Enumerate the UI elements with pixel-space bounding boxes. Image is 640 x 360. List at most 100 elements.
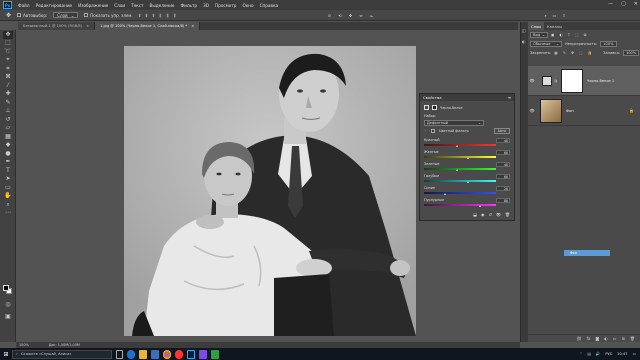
store-icon[interactable] bbox=[151, 349, 159, 359]
tab-document-2[interactable]: 1.jpg @ 100% (Черно-белое 1, Слой-маска/… bbox=[95, 22, 201, 30]
panel-menu-icon[interactable]: ≡ bbox=[508, 95, 511, 100]
slider-value-input[interactable]: 20 bbox=[496, 186, 510, 191]
visibility-eye-icon[interactable]: 👁 bbox=[528, 108, 536, 113]
menu-help[interactable]: Справка bbox=[260, 3, 278, 8]
zoom-tool-icon[interactable]: ⌕ bbox=[3, 201, 13, 209]
yandex-icon[interactable] bbox=[175, 349, 183, 359]
move-tool-icon[interactable]: ✥ bbox=[6, 12, 11, 19]
tab-layers[interactable]: Слои bbox=[528, 22, 544, 30]
gradient-tool-icon[interactable]: ▦ bbox=[3, 133, 13, 141]
auto-select-checkbox[interactable] bbox=[17, 13, 22, 17]
share-icon[interactable]: ⇪ bbox=[562, 13, 565, 18]
slider-track[interactable] bbox=[424, 156, 496, 158]
layer-row-background[interactable]: 👁 Фон 🔒 bbox=[528, 96, 640, 126]
edge-icon[interactable] bbox=[127, 349, 135, 359]
move-tool-icon[interactable]: ✥ bbox=[3, 30, 13, 39]
task-view-icon[interactable] bbox=[116, 349, 123, 359]
history-brush-icon[interactable]: ↺ bbox=[3, 116, 13, 124]
color-swatches[interactable] bbox=[3, 285, 13, 295]
pen-tool-icon[interactable]: ✒ bbox=[3, 158, 13, 166]
filter-icons[interactable]: ▣ ◐ T ⬚ ⧉ bbox=[551, 33, 588, 37]
slider-value-input[interactable]: 40 bbox=[496, 138, 510, 143]
language-indicator[interactable]: РУС bbox=[605, 352, 612, 356]
explorer-icon[interactable] bbox=[139, 349, 147, 359]
search-icon[interactable]: ⌕ bbox=[544, 13, 546, 18]
menu-image[interactable]: Изображение bbox=[78, 3, 108, 8]
volume-icon[interactable]: 🔊 bbox=[596, 352, 600, 356]
maximize-icon[interactable]: ▢ bbox=[621, 1, 626, 7]
dodge-tool-icon[interactable]: ● bbox=[3, 150, 13, 158]
mask-icon[interactable] bbox=[432, 105, 437, 110]
eraser-tool-icon[interactable]: ▱ bbox=[3, 124, 13, 132]
3d-mode-icons[interactable]: ⊙ ⟲ ✥ ⇔ ⟜ bbox=[328, 13, 377, 18]
delete-icon[interactable]: 🗑 bbox=[505, 212, 510, 217]
new-adjustment-icon[interactable]: ◐ bbox=[604, 336, 608, 341]
eyedropper-tool-icon[interactable]: ⁄ bbox=[3, 82, 13, 90]
history-icon[interactable]: ◫ bbox=[522, 28, 527, 33]
slider-handle[interactable] bbox=[455, 145, 458, 147]
layer-row-bw[interactable]: 👁 ⛓ Черно-белое 1 bbox=[528, 66, 640, 96]
slider-value-input[interactable]: 80 bbox=[496, 198, 510, 203]
trash-icon[interactable]: 🗑 bbox=[630, 336, 635, 341]
menu-edit[interactable]: Редактирование bbox=[36, 3, 73, 8]
brush-tool-icon[interactable]: ✎ bbox=[3, 99, 13, 107]
add-mask-icon[interactable]: ◙ bbox=[595, 336, 599, 341]
tab-document-1[interactable]: Безымянный-1 @ 100% (RGB/8) × bbox=[18, 22, 96, 30]
blend-mode-dropdown[interactable]: Обычные ⌄ bbox=[530, 41, 562, 47]
menu-view[interactable]: Просмотр bbox=[215, 3, 237, 8]
lock-icons[interactable]: ▦ ✎ ✥ ⬚ 🔒 bbox=[554, 51, 594, 55]
preset-dropdown[interactable]: Дефолтный ⌄ bbox=[424, 120, 484, 126]
slider-track[interactable] bbox=[424, 168, 496, 170]
clone-stamp-icon[interactable]: ⊥ bbox=[3, 107, 13, 115]
new-group-icon[interactable]: ▭ bbox=[613, 336, 617, 341]
quick-mask-icon[interactable]: ◎ bbox=[3, 301, 13, 309]
visibility-icon[interactable]: 👁 bbox=[496, 212, 501, 217]
menu-layer[interactable]: Слои bbox=[114, 3, 125, 8]
foreground-color-swatch[interactable] bbox=[3, 285, 9, 291]
slider-handle[interactable] bbox=[444, 193, 447, 195]
healing-brush-icon[interactable]: ✚ bbox=[3, 90, 13, 98]
slider-value-input[interactable]: 40 bbox=[496, 162, 510, 167]
screen-mode-icon[interactable]: ▣ bbox=[3, 313, 13, 321]
workspace-icon[interactable]: ▭ bbox=[553, 13, 557, 18]
lasso-tool-icon[interactable]: ➰ bbox=[3, 48, 13, 56]
show-controls-checkbox[interactable] bbox=[84, 13, 89, 17]
close-icon[interactable]: × bbox=[191, 24, 194, 28]
type-tool-icon[interactable]: T bbox=[3, 167, 13, 175]
layer-style-icon[interactable]: fx bbox=[587, 336, 591, 341]
menu-file[interactable]: Файл bbox=[18, 3, 30, 8]
minimize-icon[interactable]: — bbox=[608, 1, 613, 7]
opacity-input[interactable]: 100% bbox=[600, 41, 617, 47]
windows-start-icon[interactable]: ⊞ bbox=[0, 348, 12, 360]
blur-tool-icon[interactable]: ◆ bbox=[3, 141, 13, 149]
slider-track[interactable] bbox=[424, 192, 496, 194]
filter-kind-dropdown[interactable]: Вид ⌄ bbox=[530, 32, 548, 38]
crop-tool-icon[interactable]: ⌗ bbox=[3, 65, 13, 73]
clip-to-layer-icon[interactable]: ⬓ bbox=[473, 212, 477, 217]
tint-checkbox[interactable] bbox=[431, 129, 436, 133]
menu-window[interactable]: Окно bbox=[242, 3, 253, 8]
frame-tool-icon[interactable]: ⊠ bbox=[3, 73, 13, 81]
slider-value-input[interactable]: 60 bbox=[496, 150, 510, 155]
photoshop-task-icon[interactable] bbox=[187, 349, 195, 359]
marquee-tool-icon[interactable]: ⬚ bbox=[3, 39, 13, 47]
hand-tool-icon[interactable]: ✋ bbox=[3, 192, 13, 200]
path-select-icon[interactable]: ➤ bbox=[3, 175, 13, 183]
clock[interactable]: 20:47 bbox=[617, 352, 627, 356]
zoom-level[interactable]: 100% bbox=[19, 343, 29, 347]
slider-track[interactable] bbox=[424, 204, 496, 206]
view-previous-icon[interactable]: ◉ bbox=[481, 212, 485, 217]
taskbar-search[interactable]: ⌕ Скажите «Слушай, Алиса» bbox=[12, 349, 112, 359]
document-canvas[interactable] bbox=[124, 46, 416, 336]
link-layers-icon[interactable]: ⛓ bbox=[577, 336, 582, 341]
notifications-icon[interactable]: ▭ bbox=[633, 352, 636, 356]
slider-track[interactable] bbox=[424, 180, 496, 182]
chrome-icon[interactable] bbox=[163, 349, 171, 359]
app-icon[interactable] bbox=[199, 349, 207, 359]
adjustments-icon[interactable]: ◐ bbox=[522, 39, 527, 44]
slider-track[interactable] bbox=[424, 144, 496, 146]
chain-link-icon[interactable]: ⛓ bbox=[554, 79, 558, 83]
new-layer-icon[interactable]: ⊞ bbox=[622, 336, 625, 341]
tab-channels[interactable]: Каналы bbox=[544, 22, 565, 30]
menu-3d[interactable]: 3D bbox=[203, 3, 209, 8]
